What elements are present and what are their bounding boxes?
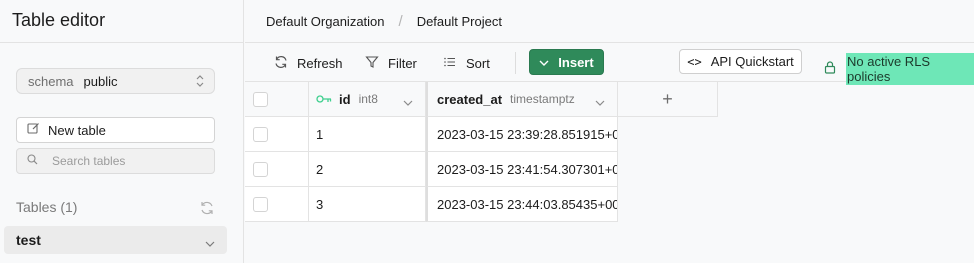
chevron-down-icon[interactable] [403, 95, 413, 110]
refresh-button[interactable]: Refresh [274, 52, 343, 74]
data-grid: id int8 created_at timestamptz + 1 2023-… [245, 82, 718, 222]
schema-value: public [83, 73, 118, 89]
row-checkbox[interactable] [253, 126, 268, 142]
insert-button[interactable]: Insert [529, 49, 604, 75]
new-table-button[interactable]: New table [16, 117, 215, 143]
select-all-checkbox[interactable] [253, 91, 268, 107]
lock-icon [824, 61, 846, 77]
column-name: created_at [437, 91, 503, 107]
column-name: id [339, 91, 351, 107]
filter-label: Filter [388, 55, 417, 71]
cell-created-at[interactable]: 2023-03-15 23:44:03.85435+00 [426, 187, 618, 222]
edit-icon [27, 122, 48, 138]
column-header-id[interactable]: id int8 [309, 82, 426, 117]
cell-created-at[interactable]: 2023-03-15 23:39:28.851915+00 [426, 117, 618, 152]
grid-header-row: id int8 created_at timestamptz + [245, 82, 718, 117]
chevron-down-icon[interactable] [595, 95, 605, 110]
table-row[interactable]: 2 2023-03-15 23:41:54.307301+00 [245, 152, 718, 187]
table-item-label: test [16, 232, 41, 248]
toolbar: Refresh Filter Sort Insert <> API Quicks… [245, 43, 974, 85]
new-table-label: New table [48, 122, 106, 138]
chevron-up-down-icon [195, 73, 205, 92]
rls-status-label: No active RLS policies [846, 53, 974, 85]
table-row[interactable]: 3 2023-03-15 23:44:03.85435+00 [245, 187, 718, 222]
cell-id[interactable]: 3 [309, 187, 426, 222]
refresh-icon [274, 55, 297, 72]
row-select-cell [245, 187, 309, 222]
filter-button[interactable]: Filter [365, 52, 417, 74]
column-header-created-at[interactable]: created_at timestamptz [426, 82, 618, 117]
code-brackets-icon: <> [687, 54, 702, 69]
breadcrumb-separator: / [398, 12, 403, 30]
cell-created-at[interactable]: 2023-03-15 23:41:54.307301+00 [426, 152, 618, 187]
row-select-cell [245, 117, 309, 152]
insert-label: Insert [558, 54, 594, 70]
sort-label: Sort [466, 55, 490, 71]
row-checkbox[interactable] [253, 161, 268, 177]
row-select-cell [245, 152, 309, 187]
refresh-tables-icon[interactable] [199, 200, 215, 221]
sidebar-header: Table editor [0, 0, 243, 43]
api-quickstart-button[interactable]: <> API Quickstart [679, 49, 802, 74]
search-tables-input[interactable] [52, 154, 202, 168]
sidebar-title: Table editor [12, 10, 106, 30]
table-list-item-test[interactable]: test [4, 226, 227, 254]
header-select-cell [245, 82, 309, 117]
cell-id[interactable]: 2 [309, 152, 426, 187]
breadcrumb: Default Organization / Default Project [245, 0, 974, 43]
rls-status[interactable]: No active RLS policies [824, 53, 974, 85]
column-type: timestamptz [510, 92, 575, 106]
schema-selector[interactable]: schema public [16, 68, 215, 94]
tables-heading: Tables (1) [16, 199, 78, 215]
sort-lines-icon [443, 55, 466, 72]
refresh-label: Refresh [297, 55, 343, 71]
chevron-down-icon [539, 55, 558, 70]
toolbar-divider [515, 52, 516, 74]
filter-icon [365, 55, 388, 72]
plus-icon: + [662, 88, 673, 109]
search-tables-box[interactable] [16, 148, 215, 174]
row-checkbox[interactable] [253, 196, 268, 212]
chevron-down-icon[interactable] [205, 235, 215, 251]
breadcrumb-project[interactable]: Default Project [417, 14, 502, 29]
column-type: int8 [358, 92, 378, 106]
table-row[interactable]: 1 2023-03-15 23:39:28.851915+00 [245, 117, 718, 152]
key-icon [316, 92, 332, 107]
sidebar: Table editor schema public New table Tab… [0, 0, 244, 263]
add-column-button[interactable]: + [618, 82, 718, 117]
api-quickstart-label: API Quickstart [710, 54, 794, 69]
search-icon [27, 154, 38, 168]
sort-button[interactable]: Sort [443, 52, 490, 74]
schema-label: schema [28, 73, 74, 89]
breadcrumb-organization[interactable]: Default Organization [266, 14, 385, 29]
cell-id[interactable]: 1 [309, 117, 426, 152]
